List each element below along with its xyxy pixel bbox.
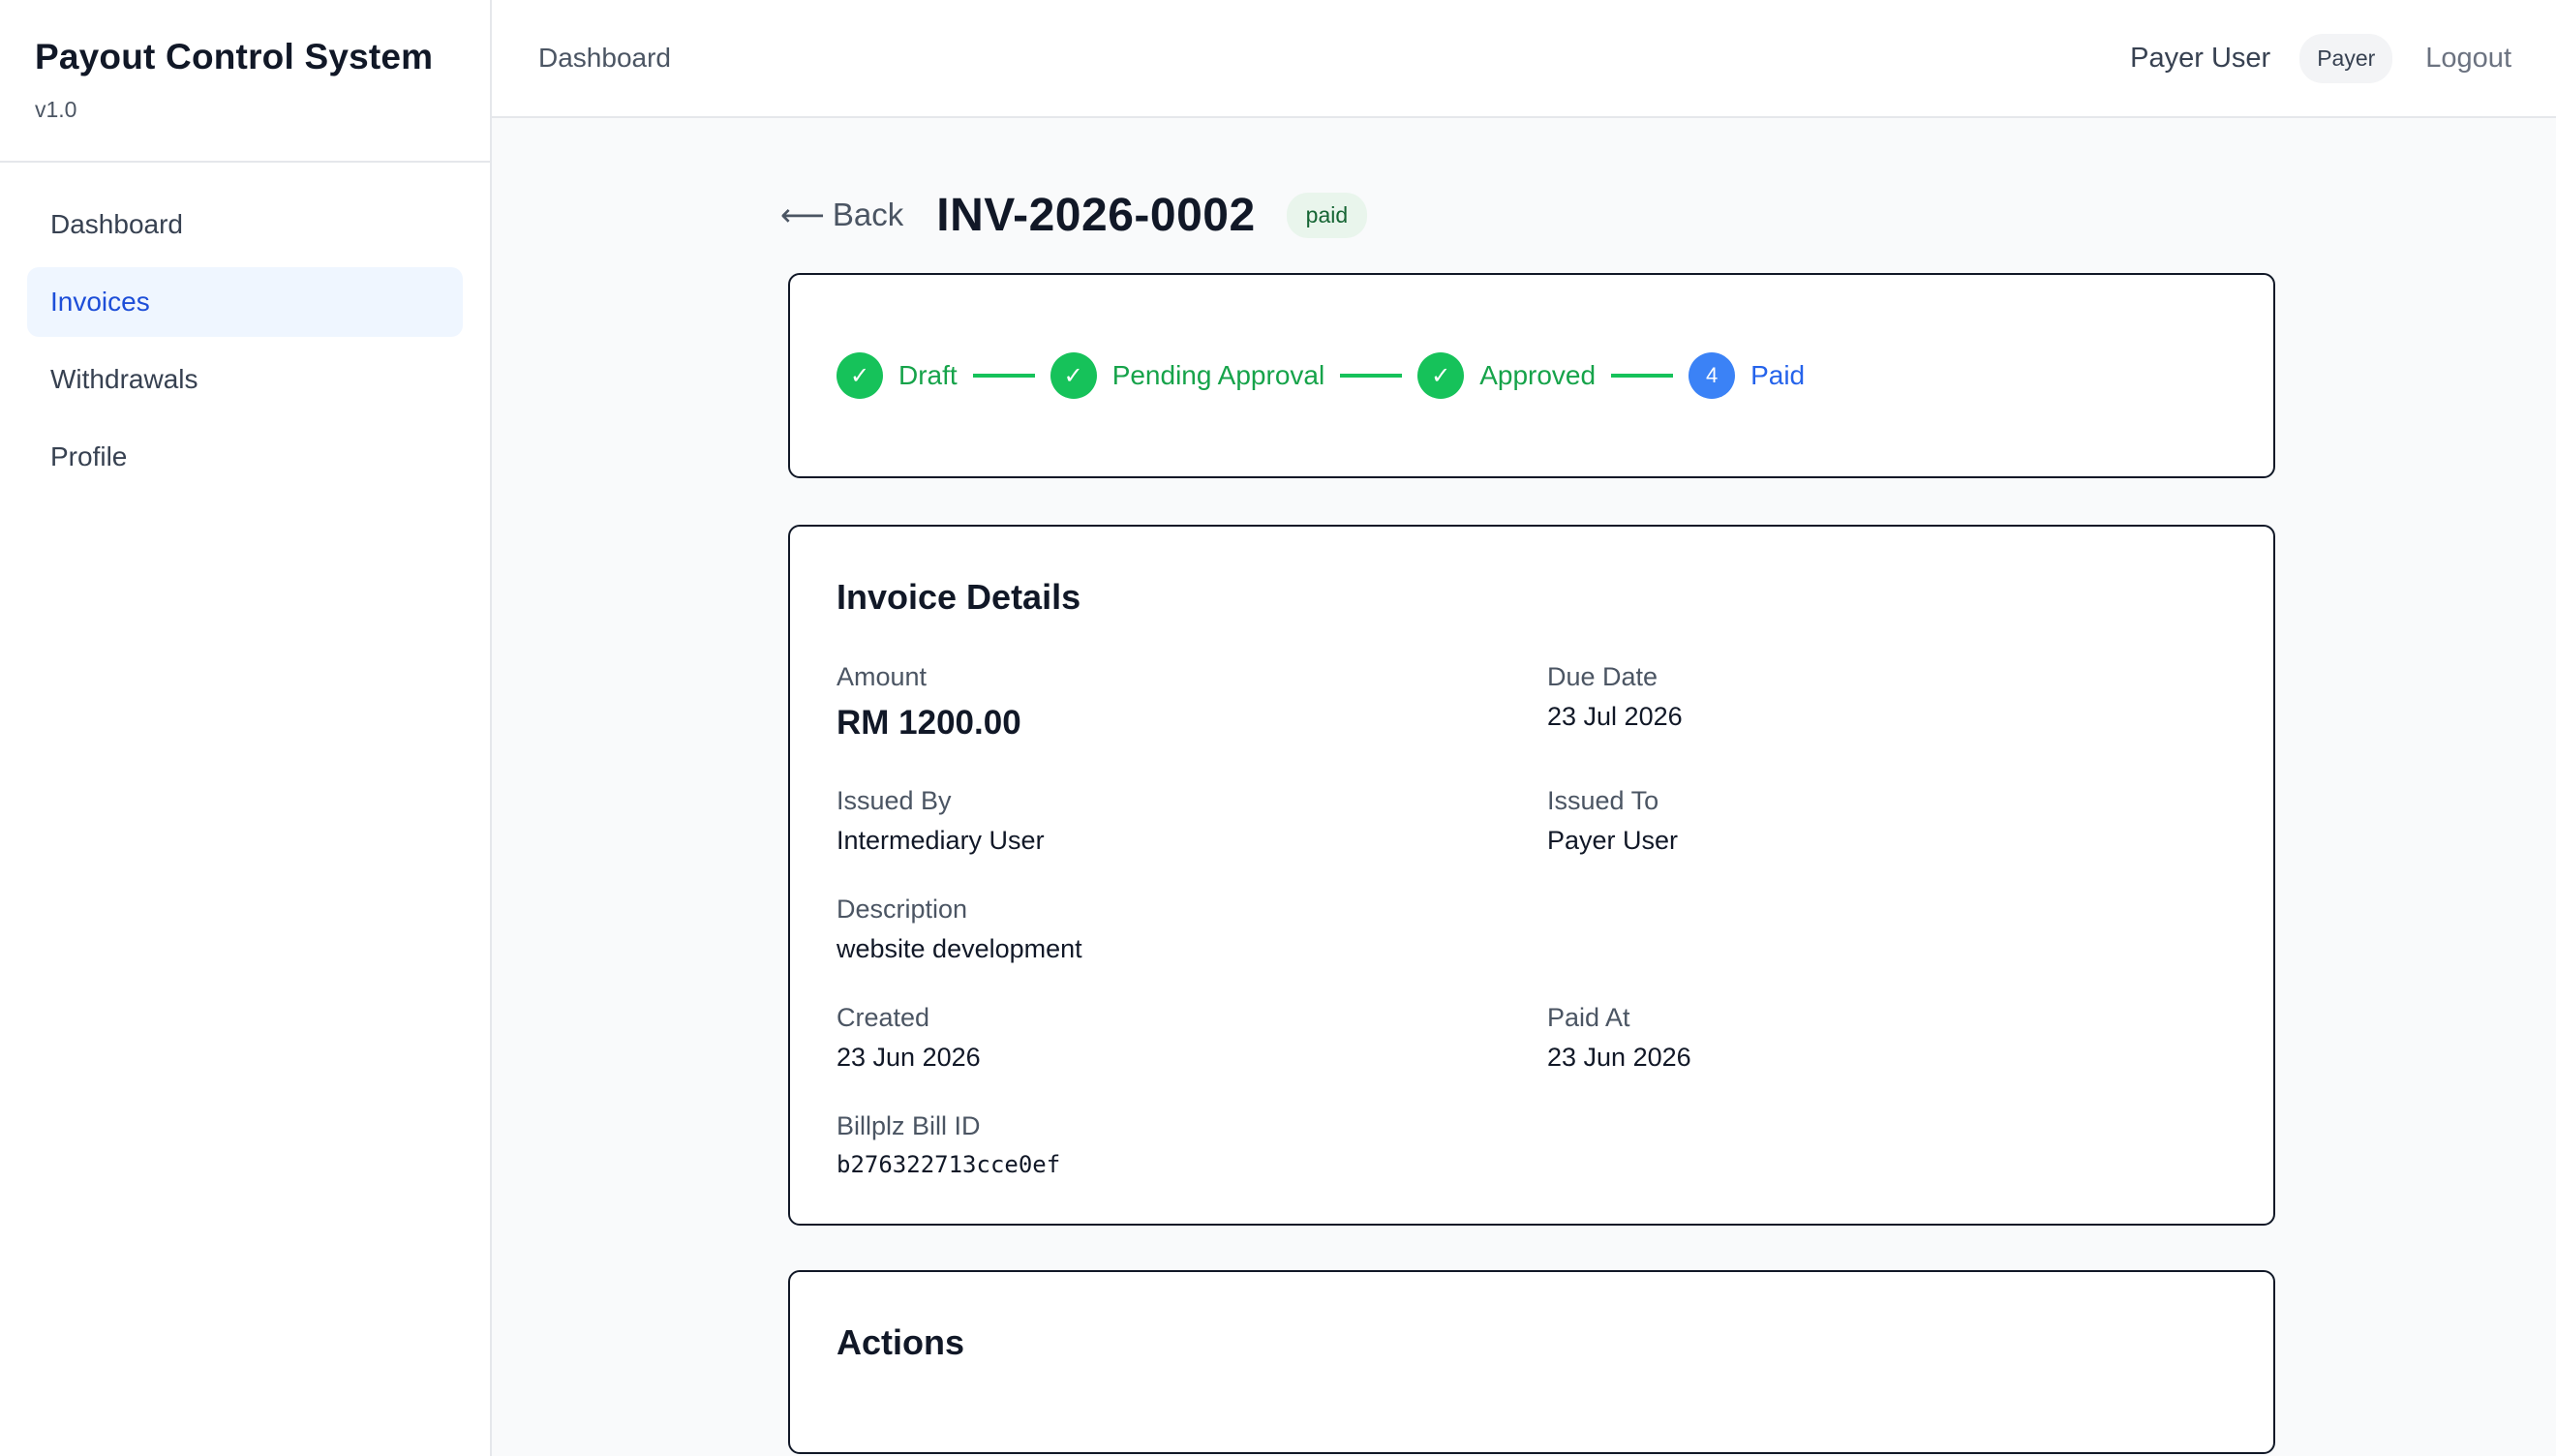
step-connector — [1611, 374, 1674, 378]
page-header: ⟵ Back INV-2026-0002 paid — [780, 168, 1368, 261]
sidebar: Payout Control System v1.0 Dashboard Inv… — [0, 0, 492, 1456]
breadcrumb[interactable]: Dashboard — [538, 43, 671, 74]
field-label: Due Date — [1547, 662, 1658, 691]
field-paid-at: Paid At 23 Jun 2026 — [1547, 1003, 1691, 1073]
back-label: Back — [832, 197, 904, 232]
field-issued-by: Issued By Intermediary User — [837, 786, 1045, 856]
step-pending-approval: ✓ Pending Approval — [1050, 352, 1325, 399]
due-date-value: 23 Jul 2026 — [1547, 702, 1683, 731]
issued-to-value: Payer User — [1547, 826, 1679, 855]
field-label: Issued By — [837, 786, 952, 815]
step-draft: ✓ Draft — [837, 352, 958, 399]
card-title: Actions — [837, 1322, 965, 1362]
field-label: Description — [837, 895, 968, 924]
user-menu: Payer User Payer Logout — [2130, 33, 2511, 83]
card-title: Invoice Details — [837, 577, 1081, 617]
status-badge: paid — [1286, 192, 1368, 238]
step-label: Pending Approval — [1111, 360, 1325, 390]
field-issued-to: Issued To Payer User — [1547, 786, 1678, 856]
step-connector — [972, 374, 1035, 378]
field-billplz-bill-id: Billplz Bill ID b276322713cce0ef — [837, 1111, 1060, 1178]
check-icon: ✓ — [1050, 352, 1097, 399]
content: ⟵ Back INV-2026-0002 paid ✓ Draft ✓ Pend… — [492, 118, 2556, 1456]
step-label: Paid — [1750, 360, 1806, 390]
app-version: v1.0 — [35, 97, 77, 122]
step-label: Draft — [898, 360, 958, 390]
arrow-left-icon: ⟵ — [780, 197, 825, 232]
sidebar-item-profile[interactable]: Profile — [27, 422, 463, 492]
brand: Payout Control System v1.0 — [0, 0, 490, 163]
progress-stepper: ✓ Draft ✓ Pending Approval ✓ Approved 4 … — [837, 352, 1805, 399]
role-badge: Payer — [2299, 33, 2393, 83]
sidebar-item-invoices[interactable]: Invoices — [27, 267, 463, 337]
field-label: Billplz Bill ID — [837, 1111, 981, 1140]
field-label: Amount — [837, 662, 928, 691]
field-label: Issued To — [1547, 786, 1659, 815]
app-root: Payout Control System v1.0 Dashboard Inv… — [0, 0, 2556, 1456]
field-label: Paid At — [1547, 1003, 1630, 1032]
sidebar-item-dashboard[interactable]: Dashboard — [27, 190, 463, 259]
step-connector — [1340, 374, 1403, 378]
step-number-badge: 4 — [1689, 352, 1736, 399]
logout-link[interactable]: Logout — [2425, 43, 2511, 75]
step-paid: 4 Paid — [1689, 352, 1805, 399]
field-created: Created 23 Jun 2026 — [837, 1003, 981, 1073]
progress-card: ✓ Draft ✓ Pending Approval ✓ Approved 4 … — [788, 273, 2275, 478]
back-button[interactable]: ⟵ Back — [780, 197, 903, 233]
billplz-bill-id-value: b276322713cce0ef — [837, 1151, 1061, 1178]
invoice-details-card: Invoice Details Amount RM 1200.00 Due Da… — [788, 525, 2275, 1226]
paid-at-value: 23 Jun 2026 — [1547, 1043, 1691, 1072]
field-amount: Amount RM 1200.00 — [837, 662, 1021, 743]
actions-card: Actions — [788, 1270, 2275, 1454]
app-title: Payout Control System — [35, 37, 434, 76]
description-value: website development — [837, 934, 1082, 963]
topbar: Dashboard Payer User Payer Logout — [492, 0, 2556, 118]
field-label: Created — [837, 1003, 930, 1032]
amount-value: RM 1200.00 — [837, 704, 1021, 742]
invoice-number: INV-2026-0002 — [936, 189, 1256, 241]
main-area: Dashboard Payer User Payer Logout ⟵ Back… — [492, 0, 2556, 1456]
issued-by-value: Intermediary User — [837, 826, 1045, 855]
field-description: Description website development — [837, 895, 1082, 964]
check-icon: ✓ — [837, 352, 883, 399]
step-approved: ✓ Approved — [1417, 352, 1596, 399]
field-due-date: Due Date 23 Jul 2026 — [1547, 662, 1683, 732]
sidebar-nav: Dashboard Invoices Withdrawals Profile — [0, 163, 490, 527]
check-icon: ✓ — [1417, 352, 1465, 399]
step-label: Approved — [1479, 360, 1597, 390]
user-name: Payer User — [2130, 42, 2271, 74]
created-value: 23 Jun 2026 — [837, 1043, 981, 1072]
sidebar-item-withdrawals[interactable]: Withdrawals — [27, 345, 463, 414]
